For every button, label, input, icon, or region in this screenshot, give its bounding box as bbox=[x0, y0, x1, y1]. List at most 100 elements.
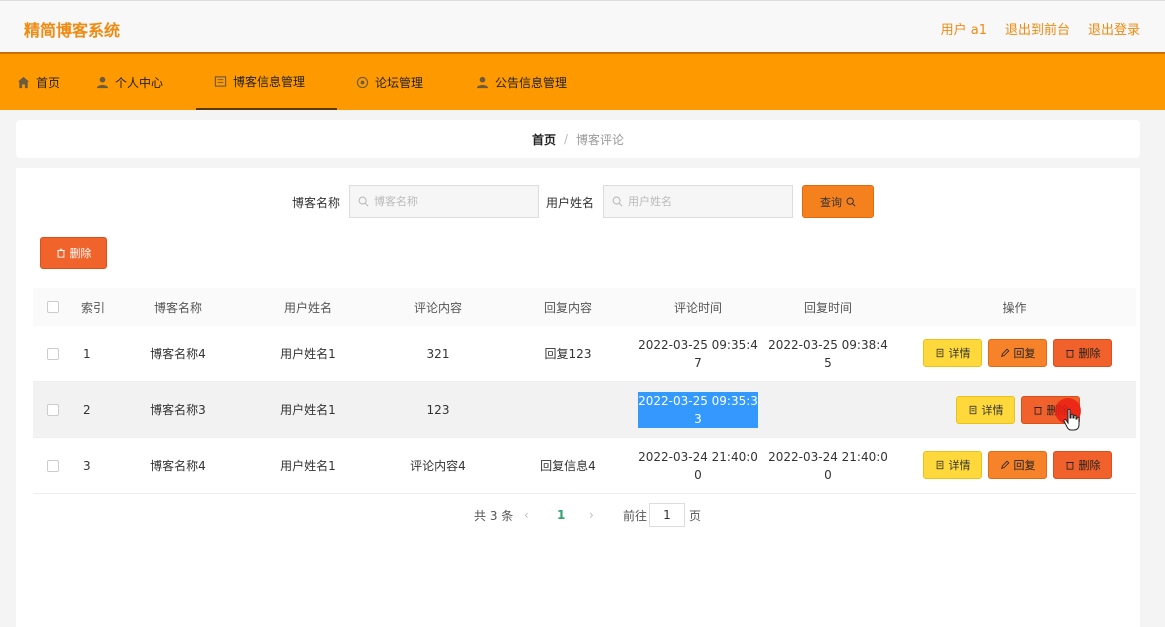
reply-button[interactable]: 回复 bbox=[988, 339, 1047, 367]
comment-time-text: 2022-03-25 09:35:33 bbox=[638, 391, 758, 428]
row-select-cell[interactable] bbox=[33, 382, 73, 437]
cell-comment: 评论内容4 bbox=[410, 459, 466, 473]
header-blog-name: 博客名称 bbox=[153, 300, 202, 315]
detail-button[interactable]: 详情 bbox=[923, 339, 982, 367]
user-name-field[interactable] bbox=[603, 185, 793, 218]
pager-current-page[interactable]: 1 bbox=[557, 502, 565, 528]
header-comment-time: 评论时间 bbox=[673, 300, 722, 315]
cell-reply: 回复123 bbox=[544, 347, 592, 361]
header-user-name: 用户姓名 bbox=[283, 300, 332, 315]
user-name-label: 用户姓名 bbox=[546, 196, 595, 210]
reply-time-text: 2022-03-24 21:40:00 bbox=[768, 449, 888, 482]
nav-label-forum: 论坛管理 bbox=[375, 75, 424, 90]
detail-button[interactable]: 详情 bbox=[923, 451, 982, 479]
detail-button[interactable]: 详情 bbox=[956, 396, 1015, 424]
delete-label: 删除 bbox=[1078, 459, 1101, 472]
main-content: 博客名称 用户姓名 查询 删除 索引 博客名称 用户姓名 评论内容 回复 bbox=[16, 168, 1140, 627]
select-all-cell[interactable] bbox=[33, 288, 73, 326]
cell-index: 2 bbox=[83, 402, 91, 417]
cell-user-name: 用户姓名1 bbox=[280, 403, 336, 417]
pager-page-suffix: 页 bbox=[689, 508, 702, 523]
row-select-cell[interactable] bbox=[33, 438, 73, 493]
nav-item-notice[interactable]: 公告信息管理 bbox=[476, 54, 567, 110]
blog-icon bbox=[214, 75, 227, 88]
pager-goto-input[interactable] bbox=[649, 503, 685, 527]
table-header: 索引 博客名称 用户姓名 评论内容 回复内容 评论时间 回复时间 操作 bbox=[33, 288, 1136, 326]
detail-label: 详情 bbox=[948, 347, 971, 360]
delete-button[interactable]: 删除 bbox=[1053, 339, 1112, 367]
row-checkbox[interactable] bbox=[47, 459, 59, 472]
table-row: 3 博客名称4 用户姓名1 评论内容4 回复信息4 2022-03-24 21:… bbox=[33, 438, 1136, 494]
logout-link[interactable]: 退出登录 bbox=[1088, 19, 1140, 38]
nav-label-notice: 公告信息管理 bbox=[495, 75, 568, 90]
comment-time-text: 2022-03-24 21:40:00 bbox=[638, 449, 758, 482]
cell-comment: 321 bbox=[426, 346, 450, 361]
batch-delete-label: 删除 bbox=[69, 247, 92, 260]
pager-goto-field[interactable] bbox=[649, 502, 685, 528]
batch-delete-button[interactable]: 删除 bbox=[40, 237, 107, 269]
exit-to-front-link[interactable]: 退出到前台 bbox=[1005, 19, 1070, 38]
top-links: 用户 a1 退出到前台 退出登录 bbox=[941, 19, 1140, 38]
reply-time-text: 2022-03-25 09:38:45 bbox=[768, 337, 888, 370]
delete-label: 删除 bbox=[1078, 347, 1101, 360]
breadcrumb-current: 博客评论 bbox=[576, 132, 625, 147]
nav-label-home: 首页 bbox=[36, 75, 61, 90]
trash-icon bbox=[1033, 405, 1043, 415]
query-button[interactable]: 查询 bbox=[802, 185, 874, 218]
cell-blog-name: 博客名称4 bbox=[150, 347, 206, 361]
document-icon bbox=[968, 405, 978, 415]
cell-comment: 123 bbox=[426, 402, 450, 417]
comment-time-text: 2022-03-25 09:35:47 bbox=[638, 337, 758, 370]
main-nav: 首页 个人中心 博客信息管理 论坛管理 公告信息管理 bbox=[0, 52, 1165, 110]
reply-button[interactable]: 回复 bbox=[988, 451, 1047, 479]
pager-total: 共 3 条 bbox=[474, 508, 514, 523]
blog-name-label: 博客名称 bbox=[292, 196, 341, 210]
cell-blog-name: 博客名称4 bbox=[150, 459, 206, 473]
next-page-icon[interactable]: › bbox=[589, 502, 594, 528]
nav-item-blog[interactable]: 博客信息管理 bbox=[196, 54, 337, 110]
row-select-cell[interactable] bbox=[33, 326, 73, 381]
select-all-checkbox[interactable] bbox=[47, 301, 59, 313]
document-icon bbox=[935, 460, 945, 470]
blog-name-input[interactable] bbox=[374, 195, 524, 208]
prev-page-icon[interactable]: ‹ bbox=[524, 502, 529, 528]
detail-label: 详情 bbox=[948, 459, 971, 472]
header-comment: 评论内容 bbox=[413, 300, 462, 315]
cell-user-name: 用户姓名1 bbox=[280, 347, 336, 361]
header-actions: 操作 bbox=[1002, 300, 1027, 315]
breadcrumb: 首页 / 博客评论 bbox=[16, 120, 1140, 158]
header-reply-time: 回复时间 bbox=[803, 300, 852, 315]
blog-name-field[interactable] bbox=[349, 185, 539, 218]
user-label[interactable]: 用户 a1 bbox=[941, 19, 987, 38]
edit-icon bbox=[1000, 348, 1010, 358]
header-index: 索引 bbox=[80, 300, 105, 315]
home-icon bbox=[17, 76, 30, 89]
cell-user-name: 用户姓名1 bbox=[280, 459, 336, 473]
breadcrumb-home[interactable]: 首页 bbox=[532, 131, 556, 148]
user-name-input[interactable] bbox=[628, 195, 778, 208]
cell-reply: 回复信息4 bbox=[540, 459, 596, 473]
cell-reply bbox=[503, 382, 633, 437]
nav-item-profile[interactable]: 个人中心 bbox=[96, 54, 163, 110]
cell-reply-time: 2022-03-25 09:38:45 bbox=[763, 326, 893, 381]
edit-icon bbox=[1000, 460, 1010, 470]
cell-comment-time: 2022-03-25 09:35:47 bbox=[633, 326, 763, 381]
trash-icon bbox=[1065, 460, 1075, 470]
top-header: 精简博客系统 用户 a1 退出到前台 退出登录 bbox=[0, 0, 1165, 52]
cell-index: 3 bbox=[83, 458, 91, 473]
nav-item-home[interactable]: 首页 bbox=[17, 54, 60, 110]
nav-label-profile: 个人中心 bbox=[115, 75, 164, 90]
delete-button[interactable]: 删除 bbox=[1053, 451, 1112, 479]
user-icon bbox=[96, 76, 109, 89]
breadcrumb-separator: / bbox=[563, 132, 569, 146]
row-checkbox[interactable] bbox=[47, 347, 59, 360]
row-checkbox[interactable] bbox=[47, 403, 59, 416]
pagination: 共 3 条 ‹ 1 › 前往 页 bbox=[16, 502, 1140, 528]
document-icon bbox=[935, 348, 945, 358]
trash-icon bbox=[56, 248, 66, 258]
nav-label-blog: 博客信息管理 bbox=[233, 74, 306, 89]
table-row: 2 博客名称3 用户姓名1 123 2022-03-25 09:35:33 详情… bbox=[33, 382, 1136, 438]
cell-reply-time: 2022-03-24 21:40:00 bbox=[763, 438, 893, 493]
nav-item-forum[interactable]: 论坛管理 bbox=[356, 54, 423, 110]
header-reply: 回复内容 bbox=[543, 300, 592, 315]
